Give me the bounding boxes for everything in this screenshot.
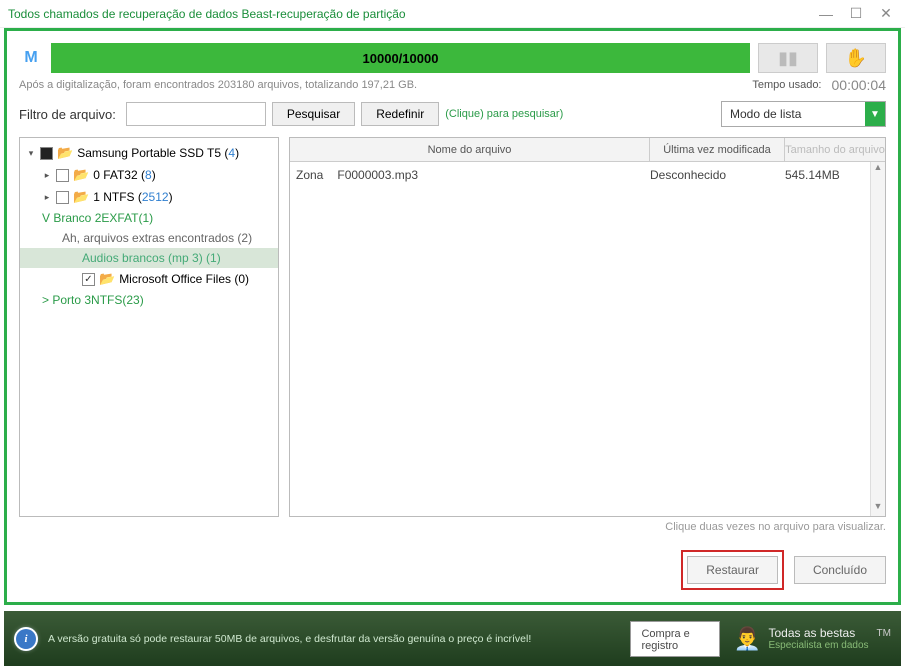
- done-button[interactable]: Concluído: [794, 556, 886, 584]
- stop-button[interactable]: ✋: [826, 43, 886, 73]
- pause-button[interactable]: ▮▮: [758, 43, 818, 73]
- restore-button[interactable]: Restaurar: [687, 556, 778, 584]
- tree-item-ntfs[interactable]: ▸ 📂 1 NTFS (2512): [20, 186, 278, 208]
- checkbox[interactable]: [56, 191, 69, 204]
- preview-hint: Clique duas vezes no arquivo para visual…: [19, 521, 886, 533]
- checkbox[interactable]: [82, 273, 95, 286]
- view-mode-value: Modo de lista: [722, 107, 865, 121]
- filter-input[interactable]: [126, 102, 266, 126]
- tree-item-porto[interactable]: > Porto 3NTFS(23): [20, 290, 278, 310]
- file-name: F0000003.mp3: [337, 168, 418, 182]
- beast-title: Todas as bestas: [768, 626, 868, 640]
- checkbox[interactable]: [56, 169, 69, 182]
- drive-letter: M: [19, 49, 43, 67]
- beast-subtitle: Especialista em dados: [768, 640, 868, 651]
- folder-icon: 📂: [99, 271, 115, 287]
- collapse-icon[interactable]: ▾: [26, 148, 36, 159]
- search-hint: (Clique) para pesquisar): [445, 108, 565, 120]
- tree-label: Audios brancos (mp 3) (1): [82, 251, 221, 265]
- scroll-up-icon[interactable]: ▲: [871, 162, 885, 177]
- col-header-name[interactable]: Nome do arquivo: [290, 138, 650, 161]
- search-button[interactable]: Pesquisar: [272, 102, 355, 126]
- expand-icon[interactable]: ▸: [42, 192, 52, 203]
- progress-bar: 10000/10000: [51, 43, 750, 73]
- close-button[interactable]: ✕: [871, 3, 901, 25]
- minimize-button[interactable]: —: [811, 3, 841, 25]
- tree-label: Ah, arquivos extras encontrados (2): [62, 231, 252, 245]
- tree-label: 0 FAT32 (8): [93, 168, 156, 182]
- tree-item-extras[interactable]: Ah, arquivos extras encontrados (2): [20, 228, 278, 248]
- window-title: Todos chamados de recuperação de dados B…: [4, 7, 811, 21]
- scroll-down-icon[interactable]: ▼: [871, 501, 885, 516]
- tree-label: Microsoft Office Files (0): [119, 272, 249, 286]
- maximize-button[interactable]: ☐: [841, 3, 871, 25]
- hand-icon: ✋: [845, 48, 867, 69]
- trademark: TM: [877, 628, 891, 639]
- tree-item-fat32[interactable]: ▸ 📂 0 FAT32 (8): [20, 164, 278, 186]
- folder-tree[interactable]: ▾ 📂 Samsung Portable SSD T5 (4) ▸ 📂 0 FA…: [19, 137, 279, 517]
- chevron-down-icon: ▼: [865, 102, 885, 126]
- view-mode-select[interactable]: Modo de lista ▼: [721, 101, 886, 127]
- expand-icon[interactable]: ▸: [42, 170, 52, 181]
- tree-item-office[interactable]: 📂 Microsoft Office Files (0): [20, 268, 278, 290]
- tree-root[interactable]: ▾ 📂 Samsung Portable SSD T5 (4): [20, 142, 278, 164]
- time-used-label: Tempo usado:: [752, 79, 821, 91]
- folder-icon: 📂: [57, 145, 73, 161]
- folder-icon: 📂: [73, 189, 89, 205]
- tree-label: > Porto 3NTFS(23): [42, 293, 144, 307]
- scan-status: Após a digitalização, foram encontrados …: [19, 79, 752, 91]
- file-row[interactable]: Zona F0000003.mp3 Desconhecido 545.14MB: [290, 162, 885, 188]
- info-icon: i: [14, 627, 38, 651]
- footer-message: A versão gratuita só pode restaurar 50MB…: [48, 633, 630, 645]
- file-zone-label: Zona: [296, 168, 323, 182]
- scrollbar[interactable]: ▲ ▼: [870, 162, 885, 516]
- col-header-modified[interactable]: Última vez modificada: [650, 138, 785, 161]
- restore-highlight: Restaurar: [681, 550, 784, 590]
- file-grid: Nome do arquivo Última vez modificada Ta…: [289, 137, 886, 517]
- tree-label: Samsung Portable SSD T5 (4): [77, 146, 239, 160]
- pause-icon: ▮▮: [778, 48, 798, 69]
- filter-label: Filtro de arquivo:: [19, 107, 116, 122]
- reset-button[interactable]: Redefinir: [361, 102, 439, 126]
- tree-label: V Branco 2EXFAT(1): [42, 211, 153, 225]
- col-header-size[interactable]: Tamanho do arquivo: [785, 138, 885, 161]
- buy-register-button[interactable]: Compra e registro: [630, 621, 720, 657]
- file-modified: Desconhecido: [650, 168, 785, 182]
- time-used-value: 00:00:04: [832, 77, 887, 93]
- tree-label: 1 NTFS (2512): [93, 190, 172, 204]
- avatar-icon: 👨‍💼: [732, 624, 762, 654]
- tree-item-audios[interactable]: Audios brancos (mp 3) (1): [20, 248, 278, 268]
- checkbox[interactable]: [40, 147, 53, 160]
- folder-icon: 📂: [73, 167, 89, 183]
- tree-item-exfat[interactable]: V Branco 2EXFAT(1): [20, 208, 278, 228]
